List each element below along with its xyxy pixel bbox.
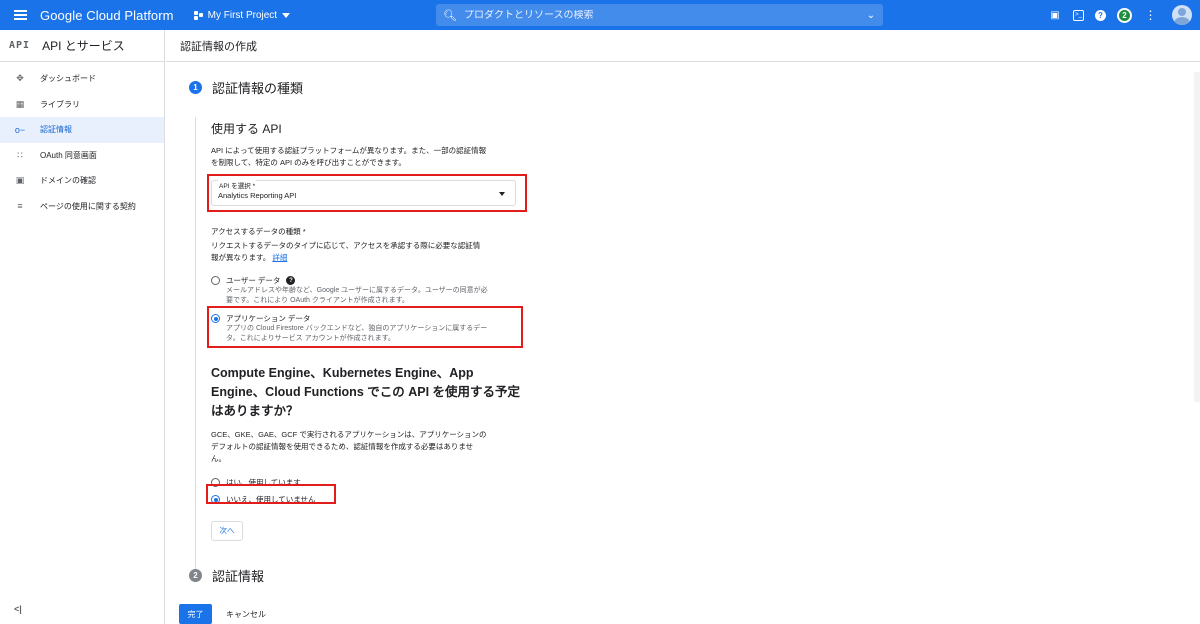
compute-question-title: Compute Engine、Kubernetes Engine、App Eng… bbox=[211, 366, 521, 418]
domain-icon: ▣ bbox=[15, 175, 25, 186]
project-name: My First Project bbox=[207, 9, 278, 21]
step-number: 2 bbox=[189, 569, 202, 582]
access-data-desc: リクエストするデータのタイプに応じて、アクセスを承認する際に必要な認証情 報が異… bbox=[211, 241, 481, 262]
sidebar-item-label: ダッシュボード bbox=[40, 74, 96, 84]
radio-desc: メールアドレスや年齢など、Google ユーザーに属するデータ。ユーザーの同意が… bbox=[226, 287, 488, 304]
project-icon bbox=[193, 10, 203, 20]
radio-user-data[interactable]: ユーザー データ? メールアドレスや年齢など、Google ユーザーに属するデー… bbox=[211, 275, 531, 306]
sidebar-item-oauth[interactable]: ∷ OAuth 同意画面 bbox=[0, 143, 164, 169]
oauth-icon: ∷ bbox=[17, 149, 23, 160]
dashboard-icon: ✥ bbox=[16, 73, 24, 84]
sidebar-item-label: 認証情報 bbox=[40, 125, 72, 135]
step-connector-line bbox=[195, 117, 196, 582]
sidebar-item-domain[interactable]: ▣ ドメインの確認 bbox=[0, 168, 164, 194]
cloud-shell-icon[interactable]: >_ bbox=[1073, 9, 1084, 21]
more-vert-icon[interactable]: ⋮ bbox=[1143, 8, 1157, 22]
project-selector[interactable]: My First Project bbox=[190, 4, 294, 26]
step-title: 認証情報の種類 bbox=[212, 81, 304, 96]
sidebar-item-label: ライブラリ bbox=[40, 99, 80, 109]
highlight-no-option bbox=[206, 484, 336, 504]
page-title: 認証情報の作成 bbox=[166, 30, 1200, 62]
library-icon: ▦ bbox=[15, 98, 25, 109]
key-icon: o− bbox=[14, 124, 26, 135]
sidebar-nav: ✥ ダッシュボード ▦ ライブラリ o− 認証情報 ∷ OAuth 同意画面 ▣… bbox=[0, 62, 164, 219]
access-data-label: アクセスするデータの種類 * bbox=[211, 227, 306, 236]
gift-icon[interactable]: ▣ bbox=[1048, 8, 1062, 22]
compute-question-desc: GCE、GKE、GAE、GCF で実行されるアプリケーションは、アプリケーション… bbox=[211, 430, 487, 463]
form-actions: 完了 キャンセル bbox=[179, 604, 266, 624]
step-title: 認証情報 bbox=[212, 569, 265, 584]
search-bar[interactable]: 🔍︎ ⌄ bbox=[436, 4, 883, 26]
scrollbar[interactable] bbox=[1194, 72, 1200, 402]
search-icon: 🔍︎ bbox=[443, 9, 457, 22]
highlight-application-data bbox=[207, 306, 523, 348]
help-icon[interactable]: ? bbox=[1095, 9, 1106, 21]
radio-label: ユーザー データ bbox=[226, 276, 281, 285]
sidebar-item-label: ページの使用に関する契約 bbox=[40, 201, 136, 211]
sidebar-title: API とサービス bbox=[42, 39, 125, 53]
learn-more-link[interactable]: 詳細 bbox=[272, 253, 287, 262]
top-icons: ▣ >_ ? 2 ⋮ bbox=[1048, 0, 1192, 30]
cancel-button[interactable]: キャンセル bbox=[226, 609, 266, 620]
sidebar-item-dashboard[interactable]: ✥ ダッシュボード bbox=[0, 66, 164, 92]
highlight-api-select bbox=[207, 174, 527, 212]
api-logo: API bbox=[9, 40, 31, 51]
sidebar-item-label: OAuth 同意画面 bbox=[40, 150, 97, 160]
menu-icon[interactable] bbox=[0, 0, 40, 30]
help-icon[interactable]: ? bbox=[286, 276, 296, 285]
notification-badge[interactable]: 2 bbox=[1117, 7, 1132, 23]
main-content: 認証情報の作成 1 認証情報の種類 使用する API API によって使用する認… bbox=[166, 30, 1200, 624]
step-1-header: 1 認証情報の種類 bbox=[189, 78, 303, 97]
sidebar: API API とサービス ✥ ダッシュボード ▦ ライブラリ o− 認証情報 … bbox=[0, 30, 165, 624]
sidebar-item-label: ドメインの確認 bbox=[40, 176, 96, 186]
top-app-bar: Google Cloud Platform My First Project 🔍… bbox=[0, 0, 1200, 30]
done-button[interactable]: 完了 bbox=[179, 604, 212, 624]
next-button[interactable]: 次へ bbox=[211, 520, 243, 541]
sidebar-item-page-agreement[interactable]: ≡ ページの使用に関する契約 bbox=[0, 194, 164, 220]
avatar[interactable] bbox=[1172, 5, 1192, 25]
settings-icon: ≡ bbox=[17, 201, 23, 212]
caret-down-icon bbox=[282, 12, 291, 18]
search-input[interactable] bbox=[464, 9, 859, 21]
api-section-title: 使用する API bbox=[211, 122, 282, 136]
radio-button[interactable] bbox=[211, 276, 220, 285]
sidebar-item-library[interactable]: ▦ ライブラリ bbox=[0, 92, 164, 118]
api-section-desc: API によって使用する認証プラットフォームが異なります。また、一部の認証情報 … bbox=[211, 146, 487, 167]
step-number: 1 bbox=[189, 81, 202, 94]
chevron-down-icon[interactable]: ⌄ bbox=[859, 10, 883, 21]
step-2-header: 2 認証情報 bbox=[189, 566, 264, 585]
sidebar-header: API API とサービス bbox=[0, 30, 164, 62]
brand-title[interactable]: Google Cloud Platform bbox=[40, 8, 174, 23]
sidebar-item-credentials[interactable]: o− 認証情報 bbox=[0, 117, 164, 143]
collapse-sidebar-icon[interactable]: <| bbox=[14, 604, 22, 614]
